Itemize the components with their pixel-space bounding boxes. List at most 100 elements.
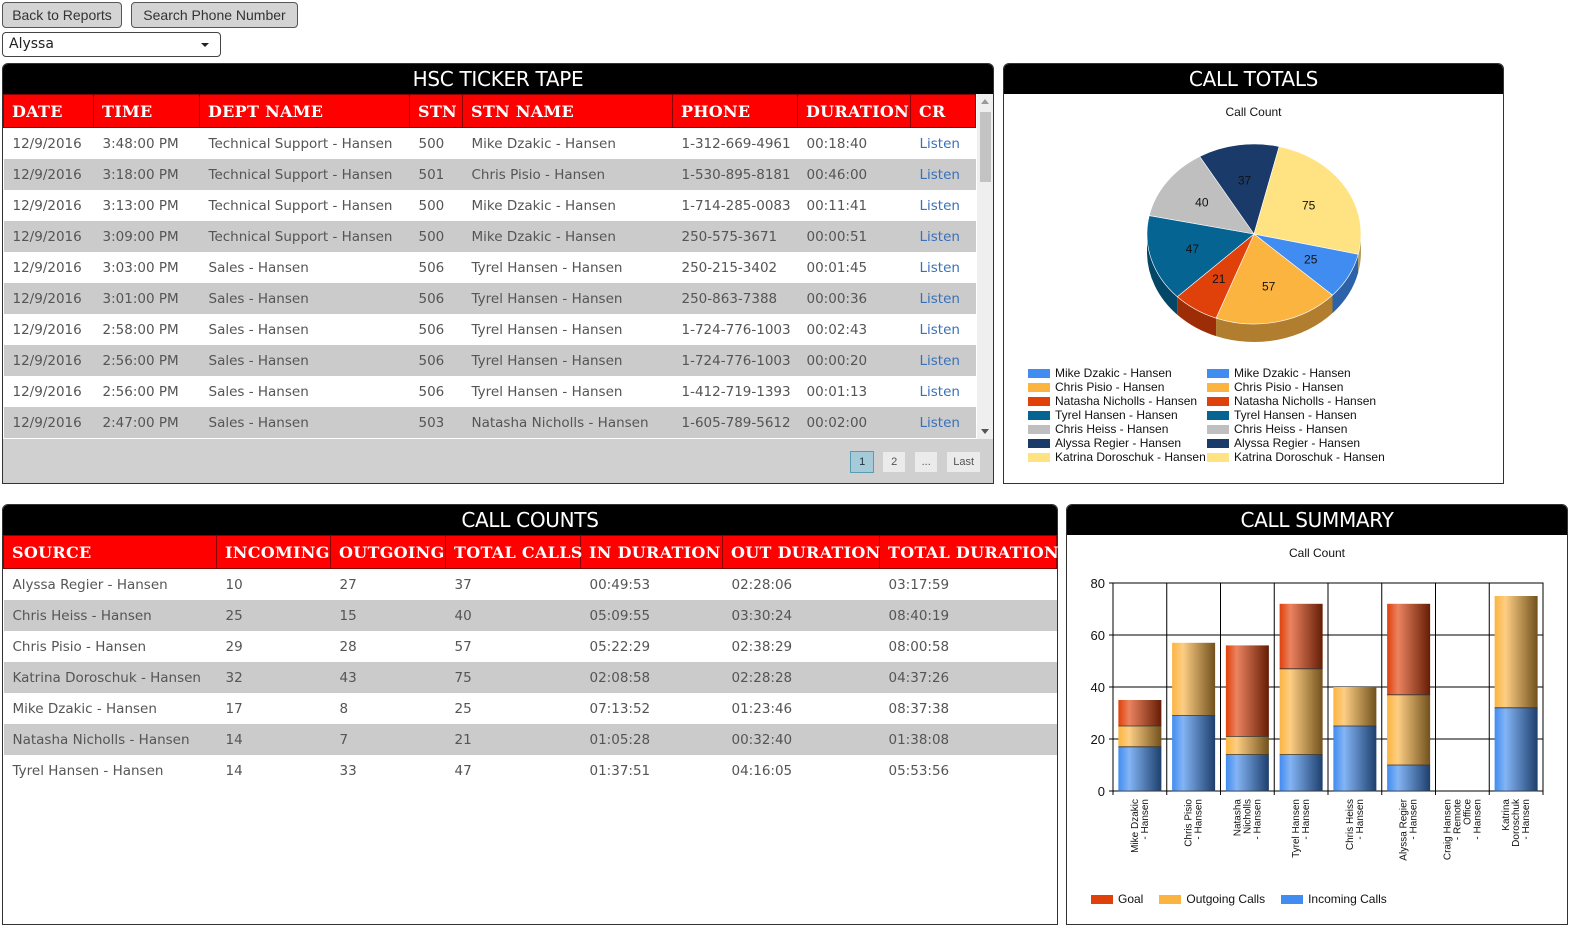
column-header-total-calls[interactable]: TOTAL CALLS xyxy=(445,535,582,569)
column-header-in-duration[interactable]: IN DURATION xyxy=(580,535,723,569)
cell-total-duration: 03:17:59 xyxy=(888,576,950,593)
cell-incoming: 17 xyxy=(225,700,243,717)
pie-data-label: 57 xyxy=(1262,280,1276,294)
cell-out-duration: 01:23:46 xyxy=(731,700,793,717)
bar-legend: Goal Outgoing Calls Incoming Calls xyxy=(1091,892,1387,906)
pie-legend-left: Mike Dzakic - Hansen Chris Pisio - Hansen… xyxy=(1028,366,1206,464)
cell-phone: 250-215-3402 xyxy=(681,259,778,276)
cell-total-calls: 40 xyxy=(445,600,581,631)
cell-total-calls: 47 xyxy=(454,762,472,779)
cell-date: 12/9/2016 xyxy=(3,221,94,252)
table-row: Alyssa Regier - Hansen 10 27 37 00:49:53 02:2… xyxy=(4,569,1057,601)
listen-link[interactable]: Listen xyxy=(910,283,976,314)
pie-legend-right: Mike Dzakic - Hansen Chris Pisio - Hansen… xyxy=(1207,366,1385,464)
cell-duration: 00:18:40 xyxy=(806,135,868,152)
column-header-total-duration[interactable]: TOTAL DURATION xyxy=(879,535,1059,569)
bar-incoming-calls-mike-dzakic-hansen[interactable] xyxy=(1118,746,1162,791)
scroll-down-icon[interactable] xyxy=(981,429,989,434)
bar-incoming-calls-chris-heiss-hansen[interactable] xyxy=(1333,726,1377,791)
bar-outgoing-calls-natasha-nicholls-hansen[interactable] xyxy=(1225,736,1269,755)
legend-swatch xyxy=(1281,894,1304,904)
listen-link[interactable]: Listen xyxy=(911,128,976,160)
legend-swatch xyxy=(1028,382,1050,392)
x-tick-label: Chris Pisio - Hansen xyxy=(1184,799,1205,847)
scroll-up-icon[interactable] xyxy=(981,99,989,104)
bar-outgoing-calls-katrina-doroschuk-hansen[interactable] xyxy=(1494,596,1538,708)
page-button-1[interactable]: 1 xyxy=(850,451,875,473)
cell-stn: 506 xyxy=(418,383,445,400)
column-header-source[interactable]: SOURCE xyxy=(3,535,217,569)
cell-total-calls: 57 xyxy=(454,638,472,655)
legend-item: Katrina Doroschuk - Hansen xyxy=(1028,450,1206,464)
cell-outgoing: 27 xyxy=(339,576,357,593)
search-phone-number-button[interactable]: Search Phone Number xyxy=(131,2,298,28)
legend-swatch xyxy=(1207,452,1229,462)
cell-total-duration: 08:00:58 xyxy=(888,638,950,655)
column-header-duration[interactable]: DURATION xyxy=(797,94,911,128)
bar-outgoing-calls-tyrel-hansen-hansen[interactable] xyxy=(1279,668,1323,755)
cell-phone: 250-575-3671 xyxy=(672,221,798,252)
column-header-phone[interactable]: PHONE xyxy=(672,94,798,128)
column-header-date[interactable]: DATE xyxy=(3,94,94,128)
call-counts-panel: CALL COUNTS SOURCE INCOMING OUTGOING TOTAL … xyxy=(2,504,1059,925)
column-header-out-duration[interactable]: OUT DURATION xyxy=(722,535,880,569)
table-row: Natasha Nicholls - Hansen 14 7 21 01:05:28 00… xyxy=(3,724,1057,755)
cell-date: 12/9/2016 xyxy=(12,197,82,214)
bar-goal-alyssa-regier-hansen[interactable] xyxy=(1387,603,1431,695)
cell-outgoing: 8 xyxy=(339,700,349,717)
cell-date: 12/9/2016 xyxy=(12,321,82,338)
call-counts-title: CALL COUNTS xyxy=(3,505,1057,535)
bar-incoming-calls-natasha-nicholls-hansen[interactable] xyxy=(1225,754,1269,791)
column-header-stn-name[interactable]: STN NAME xyxy=(462,94,673,128)
bar-incoming-calls-tyrel-hansen-hansen[interactable] xyxy=(1279,754,1323,791)
listen-link[interactable]: Listen xyxy=(910,407,976,438)
column-header-dept-name[interactable]: DEPT NAME xyxy=(199,94,410,128)
page-button-ellipsis[interactable]: ... xyxy=(914,451,939,473)
cell-phone: 1-312-669-4961 xyxy=(681,135,791,152)
column-header-cr[interactable]: CR xyxy=(910,94,976,128)
cell-incoming: 14 xyxy=(216,724,331,755)
listen-link[interactable]: Listen xyxy=(911,190,976,221)
column-header-outgoing[interactable]: OUTGOING xyxy=(330,535,446,569)
bar-outgoing-calls-chris-heiss-hansen[interactable] xyxy=(1333,687,1377,726)
bar-goal-mike-dzakic-hansen[interactable] xyxy=(1118,700,1162,726)
bar-outgoing-calls-alyssa-regier-hansen[interactable] xyxy=(1387,694,1431,765)
listen-link[interactable]: Listen xyxy=(910,221,976,252)
listen-link[interactable]: Listen xyxy=(911,376,976,407)
column-header-time[interactable]: TIME xyxy=(93,94,200,128)
legend-item-goal: Goal xyxy=(1091,892,1143,906)
back-to-reports-button[interactable]: Back to Reports xyxy=(2,2,122,28)
page-button-last[interactable]: Last xyxy=(946,451,981,473)
cell-date: 12/9/2016 xyxy=(3,283,94,314)
column-header-stn[interactable]: STN xyxy=(409,94,463,128)
pie-chart-title: Call Count xyxy=(1225,105,1282,119)
bar-outgoing-calls-mike-dzakic-hansen[interactable] xyxy=(1118,726,1162,747)
listen-link[interactable]: Listen xyxy=(910,345,976,376)
bar-goal-natasha-nicholls-hansen[interactable] xyxy=(1225,645,1269,737)
cell-stn-name: Tyrel Hansen - Hansen xyxy=(471,383,623,400)
chevron-down-icon xyxy=(201,43,209,47)
cell-source: Alyssa Regier - Hansen xyxy=(12,576,168,593)
user-select[interactable]: Alyssa xyxy=(2,32,221,57)
cell-in-duration: 05:09:55 xyxy=(580,600,723,631)
column-header-incoming[interactable]: INCOMING xyxy=(216,535,331,569)
page-button-2[interactable]: 2 xyxy=(882,451,907,473)
bar-incoming-calls-katrina-doroschuk-hansen[interactable] xyxy=(1494,707,1538,791)
bar-incoming-calls-alyssa-regier-hansen[interactable] xyxy=(1387,765,1431,791)
cell-date: 12/9/2016 xyxy=(12,259,82,276)
cell-out-duration: 02:38:29 xyxy=(731,638,793,655)
bar-outgoing-calls-chris-pisio-hansen[interactable] xyxy=(1172,642,1216,716)
legend-label: Tyrel Hansen - Hansen xyxy=(1234,408,1357,422)
bar-incoming-calls-chris-pisio-hansen[interactable] xyxy=(1172,715,1216,791)
cell-duration: 00:46:00 xyxy=(797,159,911,190)
listen-link[interactable]: Listen xyxy=(911,252,976,283)
legend-swatch xyxy=(1028,438,1050,448)
cell-phone: 1-530-895-8181 xyxy=(672,159,798,190)
scrollbar-thumb[interactable] xyxy=(980,112,991,182)
ticker-scrollbar[interactable] xyxy=(977,94,993,439)
listen-link[interactable]: Listen xyxy=(911,314,976,345)
x-tick-label-line: - Hansen xyxy=(1521,799,1532,840)
cell-duration: 00:01:45 xyxy=(806,259,868,276)
listen-link[interactable]: Listen xyxy=(910,159,976,190)
bar-goal-tyrel-hansen-hansen[interactable] xyxy=(1279,603,1323,669)
